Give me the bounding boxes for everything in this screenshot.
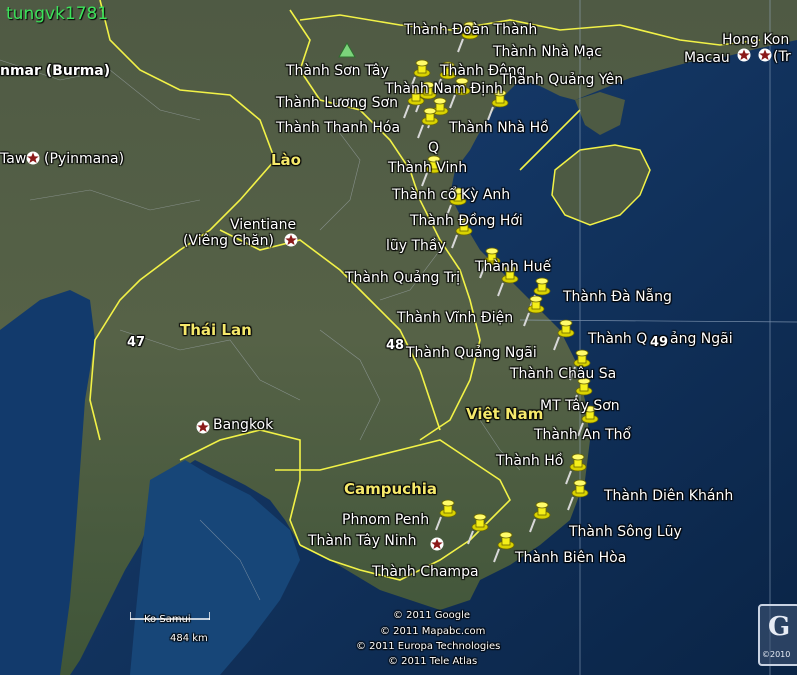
placemark-label[interactable]: Thành Sơn Tây [286,63,389,79]
city-label-vieng-chan: (Viêng Chăn) [183,233,275,249]
capital-star-icon[interactable] [737,48,751,62]
placemark-label[interactable]: Thành Tây Ninh [308,533,417,549]
country-label-cambodia: Campuchia [344,480,438,498]
placemark-label[interactable]: Thành Nhà Hồ [449,120,549,136]
watermark-text: tungvk1781 [6,4,109,24]
logo-year: ©2010 [762,650,791,659]
city-label-pyinmana: (Pyinmana) [44,151,125,167]
country-label-thailand: Thái Lan [180,321,252,339]
capital-star-icon[interactable] [26,151,40,165]
placemark-label[interactable]: Thành Thanh Hóa [276,120,400,136]
capital-star-icon[interactable] [430,537,444,551]
placemark-label[interactable]: Thành An Thổ [534,427,631,443]
triangle-marker-icon[interactable] [338,42,356,58]
placemark-label[interactable]: Thành Quảng Yên [500,72,623,88]
placemark-label[interactable]: Thành Biên Hòa [515,550,626,566]
scale-bar [130,612,210,620]
placemark-label[interactable]: Thành Q [588,331,647,347]
credit-line: © 2011 Mapabc.com [380,626,486,637]
placemark-label[interactable]: lũy Thầy [386,238,446,254]
placemark-label[interactable]: Thành Nam Định [385,81,503,97]
pushpin-icon[interactable] [565,477,591,511]
city-label-hong-kong: Hong Kon [722,32,790,48]
placemark-label[interactable]: Thành Châu Sa [510,366,616,382]
placemark-label[interactable]: Thành Quảng Ngãi [406,345,537,361]
placemark-label[interactable]: Thành Diên Khánh [604,488,733,504]
capital-star-icon[interactable] [196,420,210,434]
credit-line: © 2011 Europa Technologies [356,641,501,652]
placemark-label[interactable]: Thành Huế [475,259,551,275]
placemark-label[interactable]: Thành Nhà Mạc [493,44,602,60]
city-label-macau: Macau [684,50,730,66]
credit-line: © 2011 Tele Atlas [388,656,478,667]
country-label-laos: Lào [271,151,301,169]
placemark-label[interactable]: Thành Champa [372,564,479,580]
placemark-label[interactable]: Thành Đồng Hới [410,213,523,229]
city-label-phnom-penh: Phnom Penh [342,512,430,528]
placemark-label[interactable]: Thành Sông Lũy [569,524,682,540]
road-number-48: 48 [386,338,405,353]
pushpin-icon[interactable] [521,293,547,327]
scale-label: 484 km [170,633,208,644]
city-label-taw: Taw [0,151,27,167]
placemark-label[interactable]: Thành Quảng Trị [345,270,460,286]
pushpin-icon[interactable] [491,529,517,563]
road-number-47: 47 [127,335,146,350]
placemark-label[interactable]: Q [428,140,439,156]
city-label-bangkok: Bangkok [213,417,274,433]
capital-star-icon[interactable] [284,233,298,247]
placemark-label[interactable]: Thành Hồ [496,453,563,469]
pushpin-icon[interactable] [527,499,553,533]
map-view[interactable]: tungvk1781 nmar (Burma) Lào Thái Lan Việ… [0,0,797,675]
placemark-label[interactable]: Thành Đoàn Thành [404,22,537,38]
logo-glyph: G [768,612,791,642]
placemark-label[interactable]: Thành Vĩnh Điện [397,310,513,326]
placemark-label[interactable]: Thành Vinh [388,160,467,176]
country-label-myanmar: nmar (Burma) [0,63,111,79]
road-number-49: 49 [650,335,669,350]
placemark-label[interactable]: Thành Lương Sơn [276,95,398,111]
pushpin-icon[interactable] [551,317,577,351]
credit-line: © 2011 Google [393,610,471,621]
placemark-label[interactable]: MT Tây Sơn [540,398,620,414]
pushpin-icon[interactable] [433,497,459,531]
country-label-vietnam: Việt Nam [466,405,544,423]
placemark-label[interactable]: ảng Ngãi [670,331,733,347]
pushpin-icon[interactable] [465,511,491,545]
capital-star-icon[interactable] [758,48,772,62]
placemark-label[interactable]: Thành Đà Nẵng [563,289,672,305]
city-label-vientiane: Vientiane [230,217,297,233]
google-earth-logo: G ©2010 [758,604,797,666]
placemark-label[interactable]: Thành cổ Kỳ Anh [392,187,510,203]
city-label-hong-kong-tail: (Tr [773,49,791,65]
